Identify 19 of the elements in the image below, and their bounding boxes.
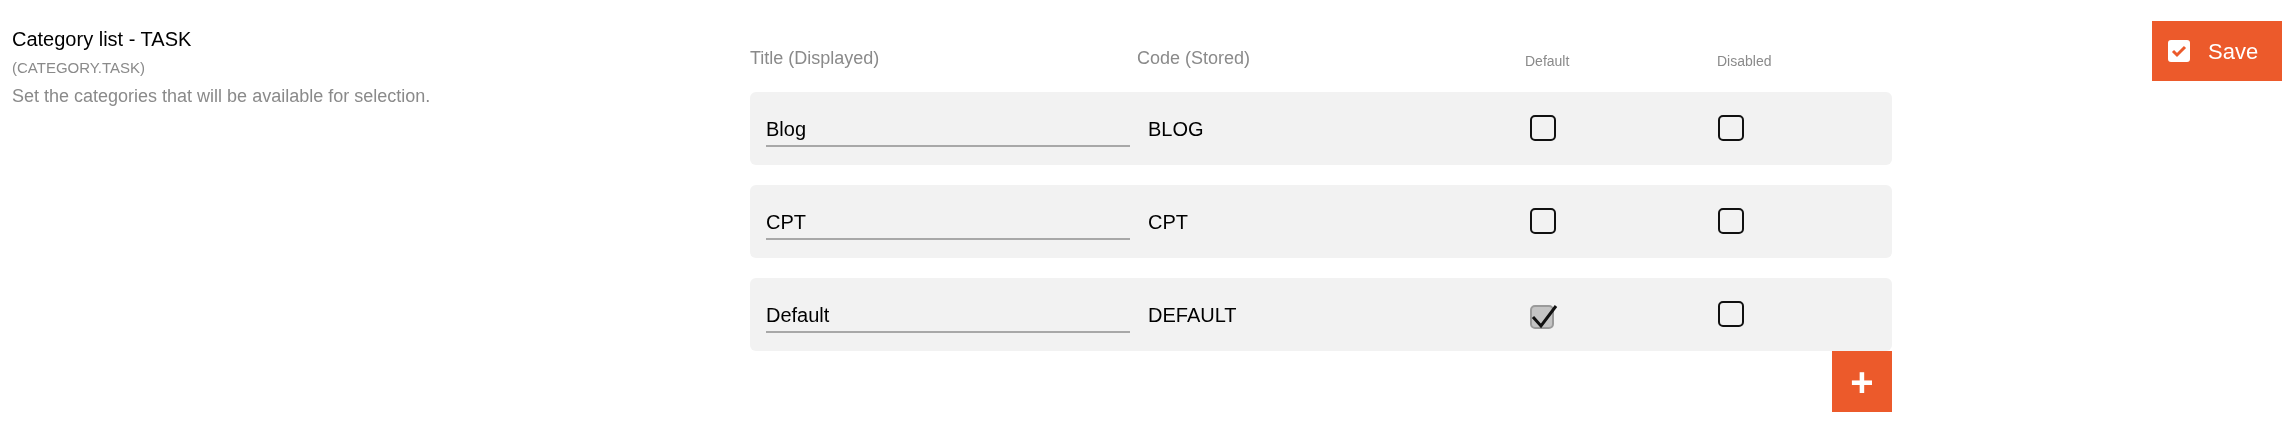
checkbox[interactable] (1718, 207, 1746, 236)
title-field[interactable]: Blog (766, 110, 1130, 147)
code-cell-text: BLOG (1148, 116, 1205, 142)
code-cell-text: DEFAULT (1148, 302, 1238, 328)
checkbox[interactable] (1530, 114, 1558, 143)
code-cell-text: CPT (1148, 209, 1189, 235)
setting-description: Set the categories that will be available for selection. (12, 85, 432, 108)
setting-key: (CATEGORY.TASK) (12, 58, 750, 78)
column-header: Disabled (1717, 52, 1772, 71)
checkbox-icon (2168, 40, 2190, 62)
checkbox[interactable] (1718, 300, 1746, 329)
setting-title: Category list - TASK (12, 27, 193, 52)
title-field[interactable]: CPT (766, 203, 1130, 240)
checkbox[interactable] (1530, 207, 1558, 236)
column-header: Code (Stored) (1137, 47, 1252, 70)
column-header: Title (Displayed) (750, 47, 881, 70)
checkbox[interactable] (1718, 114, 1746, 143)
title-field[interactable]: Default (766, 296, 1130, 333)
column-header: Default (1525, 52, 1571, 71)
